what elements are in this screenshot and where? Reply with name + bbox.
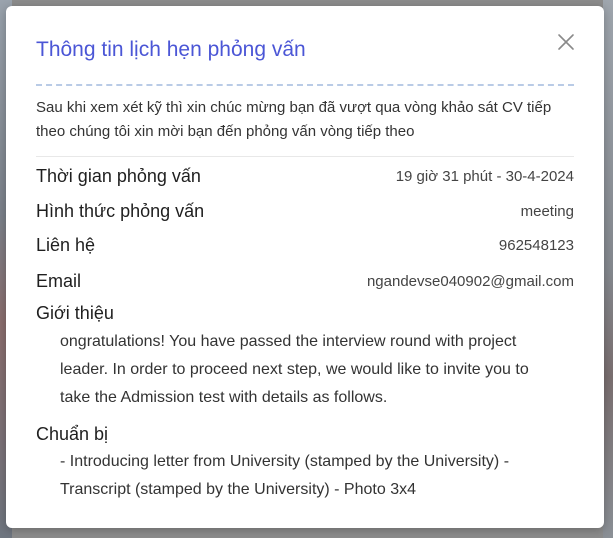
introduction-heading: Giới thiệu (36, 303, 114, 323)
backdrop-right (603, 0, 613, 538)
interview-time-row: Thời gian phỏng vấn 19 giờ 31 phút - 30-… (36, 163, 574, 189)
email-value: ngandevse040902@gmail.com (366, 272, 574, 290)
interview-format-label: Hình thức phỏng vấn (36, 200, 205, 221)
contact-value: 962548123 (498, 236, 574, 254)
close-button[interactable] (554, 30, 578, 54)
interview-format-row: Hình thức phỏng vấn meeting (36, 198, 574, 224)
preparation-heading: Chuẩn bị (36, 424, 109, 444)
contact-row: Liên hệ 962548123 (36, 232, 574, 258)
interview-time-value: 19 giờ 31 phút - 30-4-2024 (395, 167, 574, 185)
email-row: Email ngandevse040902@gmail.com (36, 268, 574, 294)
close-icon (558, 34, 574, 50)
email-label: Email (36, 270, 82, 291)
interview-time-label: Thời gian phỏng vấn (36, 165, 201, 186)
interview-schedule-modal: Thông tin lịch hẹn phỏng vấn Sau khi xem… (6, 6, 604, 528)
preparation-body: - Introducing letter from University (st… (60, 453, 510, 498)
modal-title: Thông tin lịch hẹn phỏng vấn (36, 38, 306, 61)
modal-header: Thông tin lịch hẹn phỏng vấn (36, 28, 574, 86)
introduction-body: ongratulations! You have passed the inte… (60, 333, 529, 406)
intro-text: Sau khi xem xét kỹ thì xin chúc mừng bạn… (36, 96, 574, 157)
interview-format-value: meeting (520, 202, 574, 220)
contact-label: Liên hệ (36, 234, 96, 255)
